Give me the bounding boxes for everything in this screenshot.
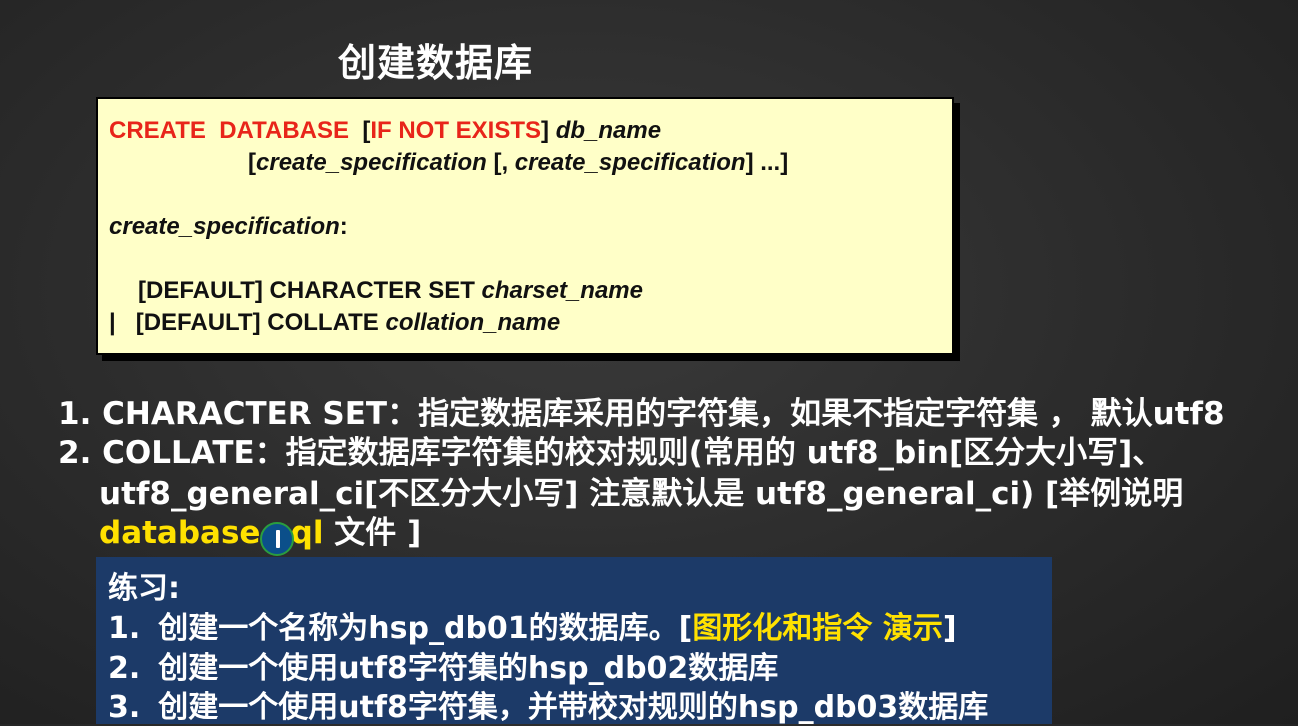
item-number: 1. <box>108 611 141 646</box>
create-keyword: CREATE DATABASE <box>109 117 349 144</box>
note-file-ref: database.sql 文件 ] <box>99 507 421 552</box>
practice-box: 练习: 1. 创建一个名称为hsp_db01的数据库。[图形化和指令 演示] 2.… <box>96 557 1052 726</box>
file-suffix: 文件 ] <box>323 515 422 551</box>
practice-heading: 练习: <box>108 571 180 606</box>
practice-item-1: 1. 创建一个名称为hsp_db01的数据库。[图形化和指令 演示] <box>108 603 957 647</box>
l2-mid: [, <box>486 149 515 176</box>
syntax-line-2: [create_specification [, create_specific… <box>248 149 788 177</box>
spec-param-1: create_specification <box>256 149 487 176</box>
collation-name-param: collation_name <box>385 309 561 336</box>
syntax-box: CREATE DATABASE [IF NOT EXISTS] db_name … <box>96 97 954 355</box>
item-text: 创建一个名称为hsp_db01的数据库。[ <box>158 611 693 646</box>
note-collate: 2. COLLATE：指定数据库字符集的校对规则(常用的 utf8_bin[区分… <box>58 435 1164 471</box>
l2-end: ] ...] <box>745 149 789 176</box>
db-name-param: db_name <box>555 117 662 144</box>
item-end: ] <box>942 611 957 646</box>
item-number: 2. <box>108 651 141 686</box>
page-title: 创建数据库 <box>338 41 534 85</box>
demo-highlight: 图形化和指令 演示 <box>692 611 943 646</box>
if-not-exists-keyword: IF NOT EXISTS <box>370 117 542 144</box>
syntax-line-1: CREATE DATABASE [IF NOT EXISTS] db_name <box>109 117 661 145</box>
alt-pipe: | <box>109 309 116 336</box>
syntax-line-5: | [DEFAULT] COLLATE collation_name <box>109 309 560 337</box>
collate-clause: [DEFAULT] COLLATE <box>135 309 386 336</box>
charset-clause: [DEFAULT] CHARACTER SET <box>138 277 482 304</box>
practice-item-2: 2. 创建一个使用utf8字符集的hsp_db02数据库 <box>108 643 778 687</box>
syntax-line-4: [DEFAULT] CHARACTER SET charset_name <box>138 277 643 305</box>
spec-colon: : <box>339 213 348 240</box>
syntax-line-3: create_specification: <box>109 213 348 241</box>
practice-item-3: 3. 创建一个使用utf8字符集，并带校对规则的hsp_db03数据库 <box>108 682 988 726</box>
spec-heading: create_specification <box>109 213 340 240</box>
bracket-open: [ <box>349 117 371 144</box>
item-text: 创建一个使用utf8字符集，并带校对规则的hsp_db03数据库 <box>158 690 989 725</box>
spec-param-2: create_specification <box>514 149 746 176</box>
text-cursor-icon <box>260 522 294 556</box>
bracket-close: ] <box>541 117 556 144</box>
item-text: 创建一个使用utf8字符集的hsp_db02数据库 <box>158 651 779 686</box>
item-number: 3. <box>108 690 141 725</box>
l2-open: [ <box>248 149 256 176</box>
charset-name-param: charset_name <box>481 277 643 304</box>
